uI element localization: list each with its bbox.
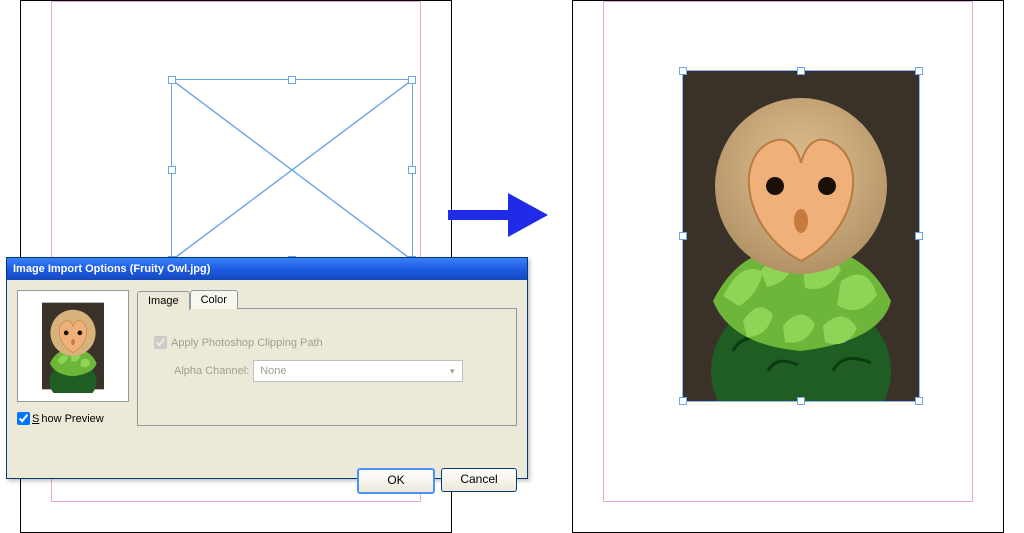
alpha-channel-value: None [260, 365, 286, 377]
alpha-channel-row: Alpha Channel: None ▾ [174, 360, 504, 382]
placed-image[interactable] [683, 71, 919, 401]
tabs: Image Color [137, 290, 517, 309]
fruity-owl-thumb [42, 299, 104, 393]
image-import-options-dialog: Image Import Options (Fruity Owl.jpg) [6, 257, 528, 479]
show-preview-label-rest: how Preview [41, 413, 103, 425]
show-preview-checkbox[interactable] [17, 412, 30, 425]
alpha-channel-label: Alpha Channel: [174, 365, 249, 377]
result-page [572, 0, 1004, 533]
cancel-button[interactable]: Cancel [441, 468, 517, 492]
tab-color[interactable]: Color [190, 290, 238, 309]
chevron-down-icon: ▾ [444, 363, 460, 379]
tab-image[interactable]: Image [137, 291, 190, 310]
alpha-channel-dropdown: None ▾ [253, 360, 463, 382]
fruity-owl-image [683, 71, 919, 401]
preview-thumbnail [17, 290, 129, 402]
empty-image-frame[interactable] [171, 79, 413, 261]
show-preview-label-underline-s: S [32, 413, 39, 425]
apply-clipping-checkbox [154, 336, 167, 349]
show-preview-option[interactable]: Show Preview [17, 412, 127, 425]
arrow-icon [448, 190, 548, 240]
apply-clipping-label: Apply Photoshop Clipping Path [171, 337, 323, 349]
tab-panel-image: Apply Photoshop Clipping Path Alpha Chan… [137, 308, 517, 426]
ok-button[interactable]: OK [357, 468, 435, 494]
apply-clipping-row: Apply Photoshop Clipping Path [150, 333, 504, 352]
dialog-title: Image Import Options (Fruity Owl.jpg) [7, 258, 527, 280]
